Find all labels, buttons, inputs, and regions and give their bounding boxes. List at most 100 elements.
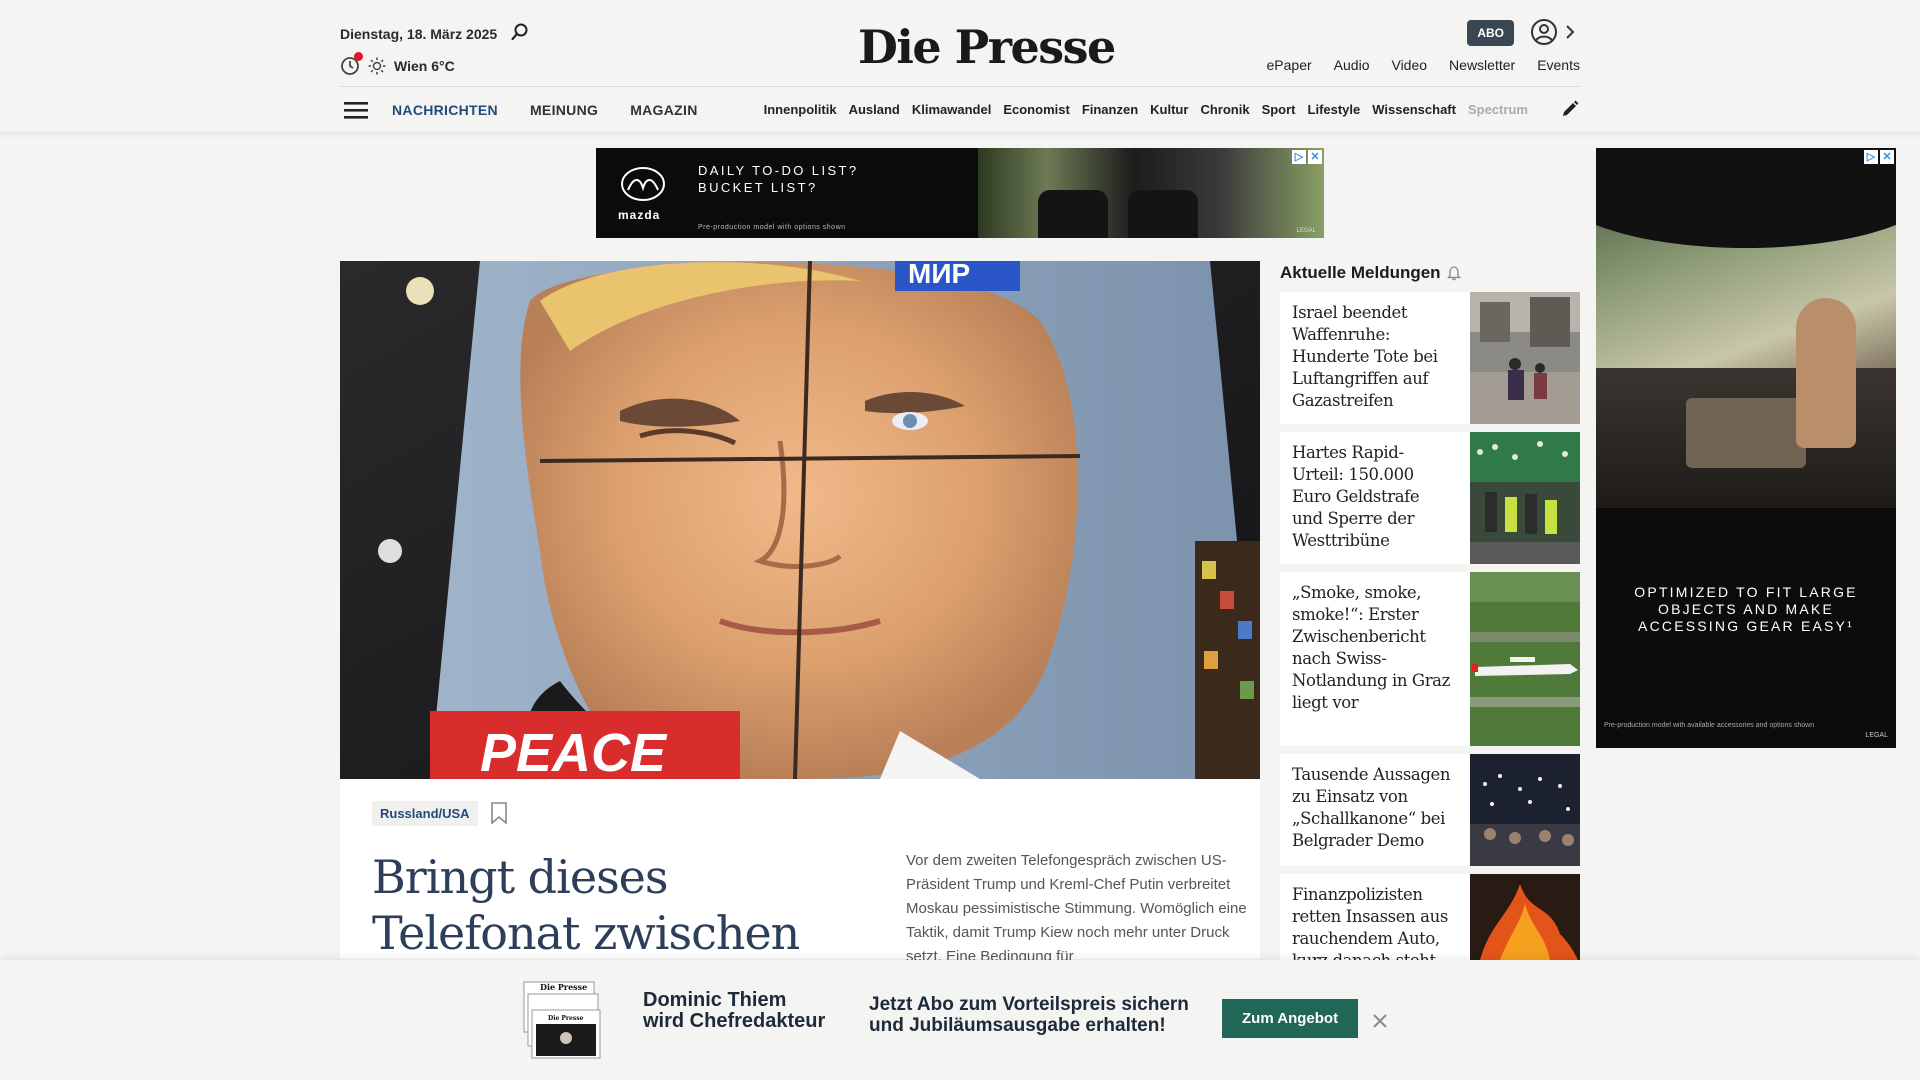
main-navigation: NACHRICHTEN MEINUNG MAGAZIN Innenpolitik… [340,86,1580,132]
nav-finanzen[interactable]: Finanzen [1082,102,1138,117]
nav-spectrum[interactable]: Spectrum [1468,102,1528,117]
paper-logo: Die Presse [548,1015,584,1022]
close-icon[interactable] [1372,1013,1388,1029]
nav-meinung[interactable]: MEINUNG [530,102,598,118]
ad-skyscraper[interactable]: OPTIMIZED TO FIT LARGE OBJECTS AND MAKE … [1596,148,1896,748]
adchoices-icon[interactable]: ▷ [1864,150,1878,164]
site-logo[interactable]: Die Presse [858,20,1116,74]
car-roof-shape [1596,148,1896,248]
news-title: Finanzpolizisten retten Insassen aus rau… [1292,885,1448,960]
nav-innenpolitik[interactable]: Innenpolitik [764,102,837,117]
ad-brand: mazda [618,208,661,222]
headline-line: Bringt dieses [372,850,669,904]
nav-economist[interactable]: Economist [1003,102,1069,117]
ad-legal: LEGAL [1296,228,1316,234]
header-inner: Dienstag, 18. März 2025 Wien 6°C Die Pre… [340,0,1580,132]
image-text-top: МИР [908,261,970,289]
article-headline[interactable]: Bringt dieses Telefonat zwischen [372,849,852,961]
subscription-promo-bar: Die Presse Die Presse Dominic Thiem wird… [0,960,1920,1080]
promo-title: Dominic Thiem wird Chefredakteur [643,990,825,1032]
ad-choices[interactable]: ▷ ✕ [1864,150,1894,164]
news-item[interactable]: Hartes Rapid-Urteil: 150.000 Euro Geldst… [1280,432,1580,564]
ad-fine-print: Pre-production model with available acce… [1604,722,1815,729]
news-title: Hartes Rapid-Urteil: 150.000 Euro Geldst… [1292,443,1420,550]
nav-klimawandel[interactable]: Klimawandel [912,102,991,117]
abo-button[interactable]: ABO [1467,20,1514,46]
current-date: Dienstag, 18. März 2025 [340,26,498,42]
notification-dot [354,52,363,61]
offer-button[interactable]: Zum Angebot [1222,999,1359,1038]
ad-copy: DAILY TO-DO LIST? BUCKET LIST? [698,162,859,196]
news-item[interactable]: „Smoke, smoke, smoke!“: Erster Zwischenb… [1280,572,1580,746]
ad-choices[interactable]: ▷ ✕ [1292,150,1322,164]
pencil-icon[interactable] [1560,99,1580,119]
chevron-right-icon[interactable] [1564,22,1576,42]
ad-fine-print: Pre-production model with options shown [698,224,846,231]
link-video[interactable]: Video [1391,57,1427,73]
search-icon[interactable] [510,22,530,42]
mazda-logo-icon [621,167,665,201]
nav-main-sections: NACHRICHTEN MEINUNG MAGAZIN [392,102,698,118]
news-thumbnail [1470,292,1580,424]
car-seat [1038,190,1108,238]
promo-text-line: Jetzt Abo zum Vorteilspreis sichern [869,994,1189,1015]
ad-copy-line: OPTIMIZED TO FIT LARGE [1634,584,1858,600]
adchoices-icon[interactable]: ▷ [1292,150,1306,164]
news-item[interactable]: Finanzpolizisten retten Insassen aus rau… [1280,874,1580,960]
news-heading-text: Aktuelle Meldungen [1280,263,1441,282]
nav-lifestyle[interactable]: Lifestyle [1308,102,1361,117]
weather-text: Wien 6°C [394,58,455,74]
news-thumbnail [1470,572,1580,746]
weather-widget[interactable]: Wien 6°C [340,52,455,76]
ad-copy-line: ACCESSING GEAR EASY¹ [1638,618,1854,634]
promo-text-line: und Jubiläumsausgabe erhalten! [869,1015,1166,1036]
news-thumbnail [1470,432,1580,564]
link-events[interactable]: Events [1537,57,1580,73]
news-item[interactable]: Tausende Aussagen zu Einsatz von „Schall… [1280,754,1580,866]
news-title: Tausende Aussagen zu Einsatz von „Schall… [1292,765,1451,850]
ad-copy-line: DAILY TO-DO LIST? [698,163,859,178]
article-teaser: Vor dem zweiten Telefongespräch zwischen… [906,852,1247,965]
top-links: ePaper Audio Video Newsletter Events [1267,57,1580,73]
image-text-bottom: PEACE [480,723,668,779]
ad-side-copy: OPTIMIZED TO FIT LARGE OBJECTS AND MAKE … [1596,584,1896,635]
paper-logo: Die Presse [540,982,587,992]
ad-copy-line: OBJECTS AND MAKE [1657,601,1834,617]
news-thumbnail [1470,874,1580,960]
car-seat [1128,190,1198,238]
close-icon[interactable]: ✕ [1308,150,1322,164]
nav-kultur[interactable]: Kultur [1150,102,1188,117]
close-icon[interactable]: ✕ [1880,150,1894,164]
nav-magazin[interactable]: MAGAZIN [630,102,697,118]
article-tag[interactable]: Russland/USA [372,801,478,826]
newspaper-stack-image: Die Presse Die Presse [523,981,601,1059]
nav-nachrichten[interactable]: NACHRICHTEN [392,102,498,118]
link-epaper[interactable]: ePaper [1267,57,1312,73]
hero-painting: МИР PEACE [340,261,1260,779]
bell-icon[interactable] [1446,265,1461,281]
ad-banner-top[interactable]: mazda DAILY TO-DO LIST? BUCKET LIST? Pre… [596,148,1324,238]
hero-article-card[interactable]: Russland/USA Bringt dieses Telefonat zwi… [340,779,1260,965]
nav-wissenschaft[interactable]: Wissenschaft [1372,102,1456,117]
link-newsletter[interactable]: Newsletter [1449,57,1515,73]
link-audio[interactable]: Audio [1334,57,1370,73]
nav-sub-sections: Innenpolitik Ausland Klimawandel Economi… [764,102,1529,117]
hamburger-menu-icon[interactable] [344,100,368,120]
site-header: Dienstag, 18. März 2025 Wien 6°C Die Pre… [0,0,1920,132]
nav-sport[interactable]: Sport [1262,102,1296,117]
ad-legal: LEGAL [1865,732,1888,739]
bookmark-icon[interactable] [490,802,508,824]
sun-icon [368,57,386,75]
news-item[interactable]: Israel beendet Waffenruhe: Hunderte Tote… [1280,292,1580,424]
nav-chronik[interactable]: Chronik [1200,102,1249,117]
promo-text: Jetzt Abo zum Vorteilspreis sichern und … [869,994,1189,1036]
user-account-icon[interactable] [1530,18,1558,46]
ad-copy-line: BUCKET LIST? [698,180,818,195]
nav-ausland[interactable]: Ausland [849,102,900,117]
clock-icon [340,52,363,76]
news-title: Israel beendet Waffenruhe: Hunderte Tote… [1292,303,1438,410]
news-title: „Smoke, smoke, smoke!“: Erster Zwischenb… [1292,583,1450,712]
hero-image[interactable]: МИР PEACE [340,261,1260,779]
cargo-box [1686,398,1806,468]
promo-title-line: wird Chefredakteur [643,1010,826,1032]
